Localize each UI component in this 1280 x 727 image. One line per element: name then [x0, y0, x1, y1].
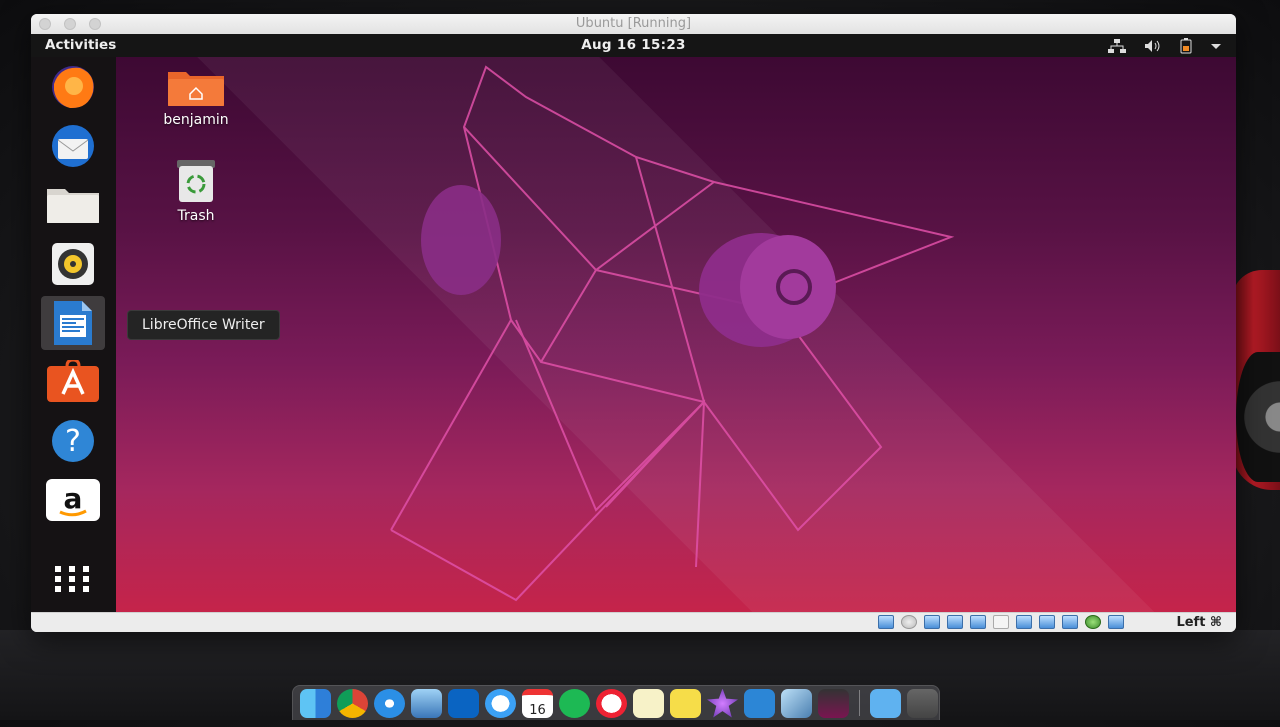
writer-icon[interactable] — [41, 296, 105, 350]
files-icon[interactable] — [41, 178, 105, 232]
rhythmbox-icon[interactable] — [41, 237, 105, 291]
calendar-icon[interactable]: 16 — [522, 688, 553, 718]
trash-icon — [177, 160, 215, 202]
messages-icon[interactable] — [485, 688, 516, 718]
preview-icon[interactable] — [411, 688, 442, 718]
home-folder-desktop-icon[interactable]: benjamin — [151, 68, 241, 128]
dock-tooltip: LibreOffice Writer — [127, 310, 280, 340]
blocker-icon[interactable] — [596, 688, 627, 718]
vm-titlebar[interactable]: Ubuntu [Running] — [31, 14, 1236, 35]
system-menu-arrow-icon[interactable] — [1210, 41, 1222, 51]
harddisk-icon[interactable] — [878, 615, 894, 629]
vm-window-title: Ubuntu [Running] — [575, 16, 692, 31]
optical-drive-icon[interactable] — [901, 615, 917, 629]
volume-icon[interactable] — [1144, 39, 1162, 53]
recording-icon[interactable] — [1039, 615, 1055, 629]
host-key-indicator[interactable]: Left ⌘ — [1176, 615, 1222, 630]
battery-icon[interactable] — [1180, 38, 1192, 54]
firefox-icon[interactable] — [41, 60, 105, 114]
safari-icon[interactable] — [374, 688, 405, 718]
display-icon[interactable] — [1016, 615, 1032, 629]
screen-recorder-icon[interactable] — [818, 688, 849, 718]
trash-desktop-icon[interactable]: Trash — [151, 160, 241, 224]
spotify-icon[interactable] — [559, 688, 590, 718]
mouse-integration-icon[interactable] — [1108, 615, 1124, 629]
clock[interactable]: Aug 16 15:23 — [31, 37, 1236, 53]
home-folder-label: benjamin — [163, 112, 229, 128]
notes-icon[interactable] — [633, 688, 664, 718]
ubuntu-wallpaper — [116, 57, 1236, 612]
system-tray[interactable] — [1108, 38, 1222, 54]
amazon-icon[interactable]: a — [41, 473, 105, 527]
chrome-icon[interactable] — [337, 688, 368, 718]
trash-label: Trash — [177, 208, 215, 224]
trash-bin-icon[interactable] — [907, 688, 938, 718]
help-icon[interactable]: ? — [41, 414, 105, 468]
gnome-top-bar: Activities Aug 16 15:23 — [31, 34, 1236, 57]
guest-additions-icon[interactable] — [1085, 615, 1101, 629]
host-wallpaper-wheel — [1236, 352, 1280, 482]
vm-status-icons — [878, 615, 1124, 629]
svg-text:a: a — [64, 482, 83, 515]
network-adapter-icon[interactable] — [947, 615, 963, 629]
usb-icon[interactable] — [970, 615, 986, 629]
photoshop-elements-icon[interactable] — [744, 688, 775, 718]
stickies-icon[interactable] — [670, 688, 701, 718]
ubuntu-desktop: Activities Aug 16 15:23 ? a LibreOffice … — [31, 34, 1236, 612]
virtualbox-icon[interactable] — [781, 688, 812, 718]
app-grid-icon[interactable] — [41, 552, 105, 606]
downloads-folder-icon[interactable] — [870, 688, 901, 718]
dock-separator — [859, 690, 860, 716]
svg-text:?: ? — [65, 424, 81, 459]
home-folder-icon — [168, 72, 224, 106]
vm-statusbar: Left ⌘ — [31, 612, 1236, 632]
virtualbox-window: Ubuntu [Running] Activities Aug 16 15:23… — [31, 14, 1236, 632]
audio-icon[interactable] — [924, 615, 940, 629]
cpu-icon[interactable] — [1062, 615, 1078, 629]
ubuntu-dock: ? a — [31, 57, 116, 612]
thunderbird-icon[interactable] — [41, 119, 105, 173]
network-icon[interactable] — [1108, 39, 1126, 53]
macos-dock: 16 — [292, 685, 940, 720]
shared-folders-icon[interactable] — [993, 615, 1009, 629]
wallpaper-artwork — [390, 65, 955, 602]
outlook-icon[interactable] — [448, 688, 479, 718]
finder-icon[interactable] — [300, 688, 331, 718]
imovie-star-icon[interactable] — [707, 688, 738, 718]
software-icon[interactable] — [41, 355, 105, 409]
